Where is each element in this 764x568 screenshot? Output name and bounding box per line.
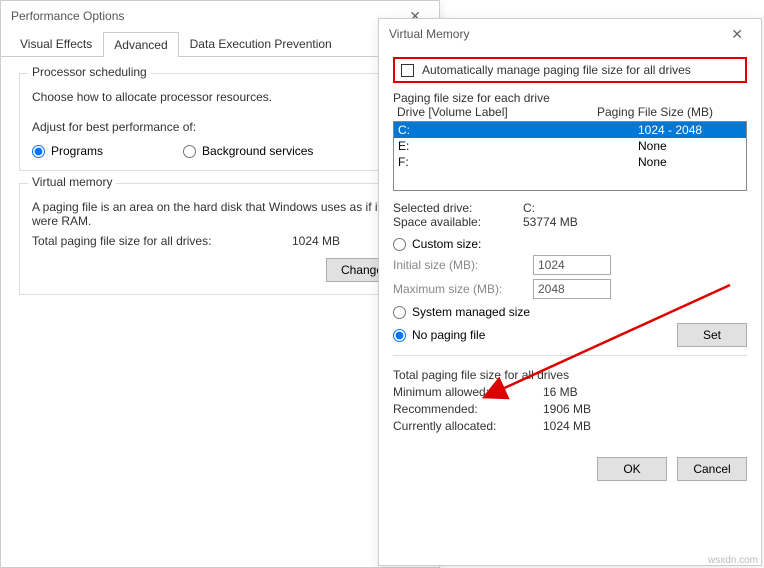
selected-drive-label: Selected drive: bbox=[393, 201, 523, 215]
radio-programs-input[interactable] bbox=[32, 145, 45, 158]
watermark: wsxdn.com bbox=[708, 555, 758, 566]
virtual-memory-dialog-title: Virtual Memory bbox=[389, 27, 469, 41]
radio-custom-label: Custom size: bbox=[412, 237, 481, 251]
adjust-label: Adjust for best performance of: bbox=[32, 120, 408, 134]
radio-custom-size[interactable]: Custom size: bbox=[393, 237, 747, 251]
totals-group: Total paging file size for all drives Mi… bbox=[393, 368, 747, 433]
processor-scheduling-title: Processor scheduling bbox=[28, 65, 151, 79]
virtual-memory-group: Virtual memory A paging file is an area … bbox=[19, 183, 421, 295]
initial-size-input[interactable] bbox=[533, 255, 611, 275]
recommended-value: 1906 MB bbox=[543, 402, 591, 416]
processor-scheduling-group: Processor scheduling Choose how to alloc… bbox=[19, 73, 421, 171]
drive-c-size: 1024 - 2048 bbox=[638, 123, 702, 137]
radio-background[interactable]: Background services bbox=[183, 144, 313, 158]
virtual-memory-content: Automatically manage paging file size fo… bbox=[379, 49, 761, 491]
min-allowed-label: Minimum allowed: bbox=[393, 385, 543, 399]
drive-c-label: C: bbox=[398, 123, 638, 137]
radio-no-paging-label: No paging file bbox=[412, 328, 485, 342]
set-button[interactable]: Set bbox=[677, 323, 747, 347]
total-paging-label: Total paging file size for all drives: bbox=[32, 234, 292, 248]
radio-programs[interactable]: Programs bbox=[32, 144, 103, 158]
radio-no-paging[interactable]: No paging file bbox=[393, 328, 485, 342]
performance-options-window: Performance Options ✕ Visual Effects Adv… bbox=[0, 0, 440, 568]
virtual-memory-titlebar: Virtual Memory ✕ bbox=[379, 19, 761, 49]
auto-manage-label: Automatically manage paging file size fo… bbox=[422, 63, 691, 77]
radio-system-managed-label: System managed size bbox=[412, 305, 530, 319]
drive-f-size: None bbox=[638, 155, 667, 169]
totals-title: Total paging file size for all drives bbox=[393, 368, 747, 382]
tab-visual-effects[interactable]: Visual Effects bbox=[9, 31, 103, 56]
radio-background-label: Background services bbox=[202, 144, 313, 158]
drive-header: Drive [Volume Label] bbox=[397, 105, 597, 119]
drive-e-size: None bbox=[638, 139, 667, 153]
cancel-button[interactable]: Cancel bbox=[677, 457, 747, 481]
drive-row-f[interactable]: F: None bbox=[394, 154, 746, 170]
virtual-memory-window: Virtual Memory ✕ Automatically manage pa… bbox=[378, 18, 762, 566]
radio-no-paging-input[interactable] bbox=[393, 329, 406, 342]
performance-options-content: Processor scheduling Choose how to alloc… bbox=[1, 57, 439, 311]
drive-e-label: E: bbox=[398, 139, 638, 153]
drive-row-c[interactable]: C: 1024 - 2048 bbox=[394, 122, 746, 138]
space-available-value: 53774 MB bbox=[523, 215, 578, 229]
close-icon[interactable]: ✕ bbox=[723, 22, 751, 47]
maximum-size-label: Maximum size (MB): bbox=[393, 282, 523, 296]
drive-row-e[interactable]: E: None bbox=[394, 138, 746, 154]
radio-programs-label: Programs bbox=[51, 144, 103, 158]
min-allowed-value: 16 MB bbox=[543, 385, 578, 399]
virtual-memory-desc: A paging file is an area on the hard dis… bbox=[32, 200, 408, 228]
radio-custom-input[interactable] bbox=[393, 238, 406, 251]
space-available-label: Space available: bbox=[393, 215, 523, 229]
total-paging-row: Total paging file size for all drives: 1… bbox=[32, 234, 408, 248]
virtual-memory-title: Virtual memory bbox=[28, 175, 116, 189]
performance-options-titlebar: Performance Options ✕ bbox=[1, 1, 439, 31]
radio-background-input[interactable] bbox=[183, 145, 196, 158]
initial-size-label: Initial size (MB): bbox=[393, 258, 523, 272]
maximum-size-input[interactable] bbox=[533, 279, 611, 299]
performance-options-title: Performance Options bbox=[11, 9, 124, 23]
size-header: Paging File Size (MB) bbox=[597, 105, 713, 119]
drive-list[interactable]: C: 1024 - 2048 E: None F: None bbox=[393, 121, 747, 191]
ok-button[interactable]: OK bbox=[597, 457, 667, 481]
drive-f-label: F: bbox=[398, 155, 638, 169]
total-paging-value: 1024 MB bbox=[292, 234, 340, 248]
auto-manage-checkbox[interactable] bbox=[401, 64, 414, 77]
currently-allocated-value: 1024 MB bbox=[543, 419, 591, 433]
processor-scheduling-desc: Choose how to allocate processor resourc… bbox=[32, 90, 408, 104]
tab-dep[interactable]: Data Execution Prevention bbox=[179, 31, 343, 56]
paging-group-label: Paging file size for each drive bbox=[393, 91, 747, 105]
recommended-label: Recommended: bbox=[393, 402, 543, 416]
radio-system-managed[interactable]: System managed size bbox=[393, 305, 747, 319]
currently-allocated-label: Currently allocated: bbox=[393, 419, 543, 433]
selected-drive-value: C: bbox=[523, 201, 535, 215]
radio-system-managed-input[interactable] bbox=[393, 306, 406, 319]
auto-manage-highlight: Automatically manage paging file size fo… bbox=[393, 57, 747, 83]
tab-advanced[interactable]: Advanced bbox=[103, 32, 178, 57]
tabs: Visual Effects Advanced Data Execution P… bbox=[1, 31, 439, 57]
